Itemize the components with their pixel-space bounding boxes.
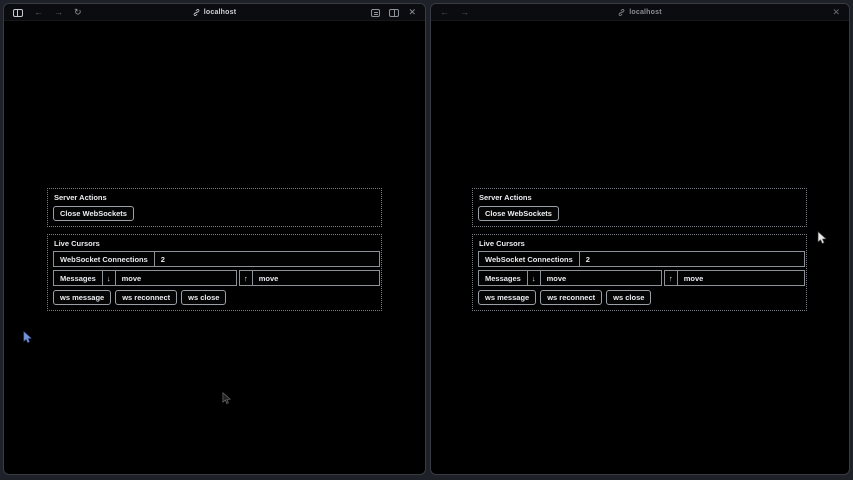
browser-window-left: ← → ↻ localhost ✕ Server Actions Close W… bbox=[3, 3, 426, 475]
link-icon bbox=[193, 9, 200, 16]
ws-reconnect-button[interactable]: ws reconnect bbox=[115, 290, 177, 305]
incoming-message-value: move bbox=[541, 271, 661, 285]
ws-close-button[interactable]: ws close bbox=[606, 290, 651, 305]
outgoing-message-box: ↑ move bbox=[239, 270, 380, 286]
live-cursors-panel: Live Cursors WebSocket Connections 2 Mes… bbox=[47, 234, 382, 311]
ws-message-button[interactable]: ws message bbox=[53, 290, 111, 305]
browser-toolbar: ← → localhost ✕ bbox=[431, 4, 849, 21]
incoming-message-box: Messages ↓ move bbox=[53, 270, 237, 286]
live-cursors-title: Live Cursors bbox=[53, 239, 376, 248]
arrow-down-icon: ↓ bbox=[103, 271, 116, 285]
close-window-icon[interactable]: ✕ bbox=[832, 8, 840, 17]
desktop: { "colors": { "desktop_bg": "#1f2128", "… bbox=[0, 0, 853, 480]
messages-label: Messages bbox=[479, 271, 528, 285]
messages-row: Messages ↓ move ↑ move bbox=[478, 270, 805, 286]
ws-reconnect-button[interactable]: ws reconnect bbox=[540, 290, 602, 305]
close-websockets-button[interactable]: Close WebSockets bbox=[478, 206, 559, 221]
outgoing-message-value: move bbox=[253, 271, 379, 285]
arrow-up-icon: ↑ bbox=[665, 271, 678, 285]
arrow-down-icon: ↓ bbox=[528, 271, 541, 285]
connections-value: 2 bbox=[580, 252, 804, 266]
sidebar-toggle-icon[interactable] bbox=[13, 9, 23, 17]
live-cursors-title: Live Cursors bbox=[478, 239, 801, 248]
split-view-icon[interactable] bbox=[389, 9, 399, 17]
connections-label: WebSocket Connections bbox=[479, 252, 580, 266]
forward-icon[interactable]: → bbox=[460, 8, 469, 17]
close-websockets-button[interactable]: Close WebSockets bbox=[53, 206, 134, 221]
outgoing-message-box: ↑ move bbox=[664, 270, 805, 286]
address-bar[interactable]: localhost bbox=[193, 9, 237, 16]
arrow-up-icon: ↑ bbox=[240, 271, 253, 285]
ws-buttons-row: ws message ws reconnect ws close bbox=[478, 290, 801, 305]
ws-buttons-row: ws message ws reconnect ws close bbox=[53, 290, 376, 305]
browser-toolbar: ← → ↻ localhost ✕ bbox=[4, 4, 425, 21]
page-content: Server Actions Close WebSockets Live Cur… bbox=[472, 188, 807, 311]
connections-label: WebSocket Connections bbox=[54, 252, 155, 266]
reader-icon[interactable] bbox=[371, 9, 380, 17]
live-cursors-panel: Live Cursors WebSocket Connections 2 Mes… bbox=[472, 234, 807, 311]
messages-label: Messages bbox=[54, 271, 103, 285]
page-content: Server Actions Close WebSockets Live Cur… bbox=[47, 188, 382, 311]
url-text: localhost bbox=[629, 9, 662, 16]
connections-value: 2 bbox=[155, 252, 379, 266]
back-icon[interactable]: ← bbox=[34, 8, 43, 17]
ws-close-button[interactable]: ws close bbox=[181, 290, 226, 305]
messages-row: Messages ↓ move ↑ move bbox=[53, 270, 380, 286]
server-actions-title: Server Actions bbox=[53, 193, 376, 202]
connections-row: WebSocket Connections 2 bbox=[478, 251, 805, 267]
browser-window-right: ← → localhost ✕ Server Actions Close Web… bbox=[430, 3, 850, 475]
server-actions-panel: Server Actions Close WebSockets bbox=[472, 188, 807, 227]
address-bar[interactable]: localhost bbox=[618, 9, 662, 16]
connections-row: WebSocket Connections 2 bbox=[53, 251, 380, 267]
server-actions-title: Server Actions bbox=[478, 193, 801, 202]
outgoing-message-value: move bbox=[678, 271, 804, 285]
url-text: localhost bbox=[204, 9, 237, 16]
server-actions-panel: Server Actions Close WebSockets bbox=[47, 188, 382, 227]
back-icon[interactable]: ← bbox=[440, 8, 449, 17]
incoming-message-box: Messages ↓ move bbox=[478, 270, 662, 286]
incoming-message-value: move bbox=[116, 271, 236, 285]
reload-icon[interactable]: ↻ bbox=[74, 8, 82, 17]
link-icon bbox=[618, 9, 625, 16]
close-window-icon[interactable]: ✕ bbox=[408, 8, 416, 17]
forward-icon[interactable]: → bbox=[54, 8, 63, 17]
ws-message-button[interactable]: ws message bbox=[478, 290, 536, 305]
